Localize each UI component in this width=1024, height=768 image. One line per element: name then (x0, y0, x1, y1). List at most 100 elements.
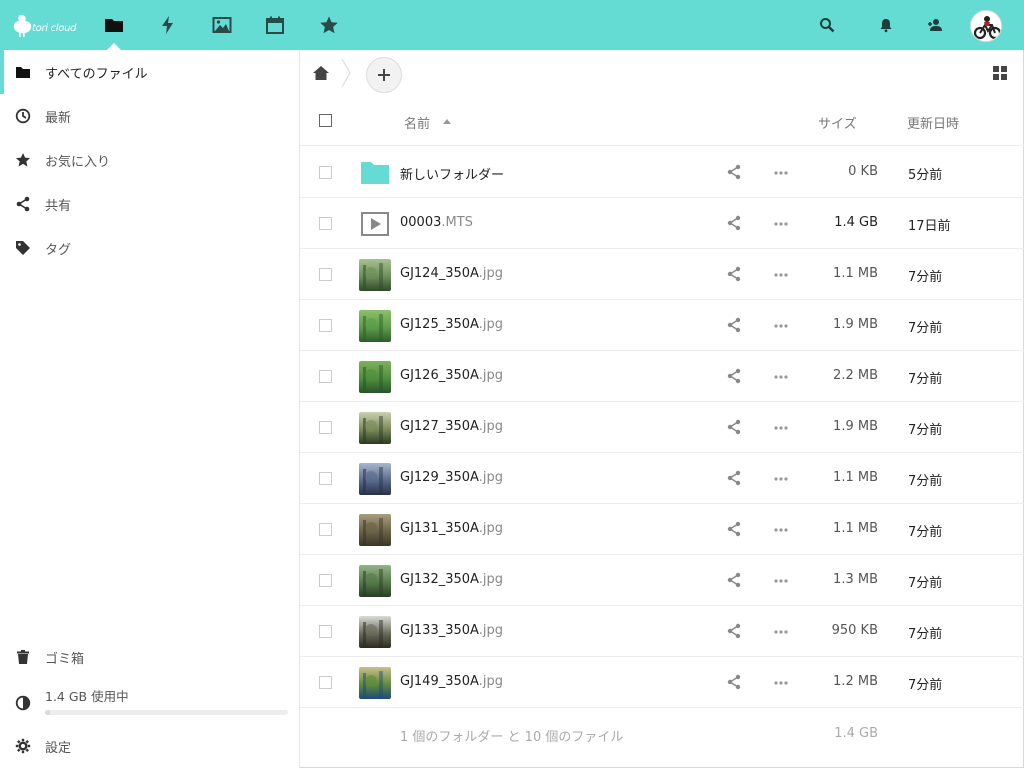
file-basename: GJ126_350A (400, 368, 479, 383)
row-checkbox[interactable] (319, 676, 332, 689)
more-options-icon[interactable] (773, 680, 789, 686)
file-basename: GJ125_350A (400, 317, 479, 332)
more-options-icon[interactable] (773, 272, 789, 278)
row-checkbox[interactable] (319, 217, 332, 230)
file-name[interactable]: GJ132_350A.jpg (400, 572, 503, 587)
share-icon[interactable] (726, 317, 742, 333)
file-name[interactable]: GJ131_350A.jpg (400, 521, 503, 536)
file-name[interactable]: GJ124_350A.jpg (400, 266, 503, 281)
row-checkbox[interactable] (319, 268, 332, 281)
sidebar-item-recent[interactable]: 最新 (0, 94, 299, 138)
row-checkbox[interactable] (319, 574, 332, 587)
file-name[interactable]: 00003.MTS (400, 215, 473, 230)
image-thumbnail (359, 667, 391, 699)
file-basename: GJ127_350A (400, 419, 479, 434)
share-icon[interactable] (726, 572, 742, 588)
column-modified[interactable]: 更新日時 (907, 113, 959, 132)
quota-bar (45, 710, 288, 715)
share-icon[interactable] (726, 470, 742, 486)
more-options-icon[interactable] (773, 425, 789, 431)
sidebar-item-trash[interactable]: ゴミ箱 (0, 635, 299, 679)
share-icon[interactable] (726, 521, 742, 537)
file-name[interactable]: GJ133_350A.jpg (400, 623, 503, 638)
file-modified: 7分前 (908, 423, 943, 438)
app-activity[interactable] (157, 14, 179, 36)
file-name[interactable]: GJ149_350A.jpg (400, 674, 503, 689)
column-name[interactable]: 名前 (404, 113, 430, 132)
row-checkbox[interactable] (319, 472, 332, 485)
table-row[interactable]: GJ124_350A.jpg 1.1 MB 7分前 (300, 249, 1024, 300)
share-icon[interactable] (726, 623, 742, 639)
table-row[interactable]: GJ133_350A.jpg 950 KB 7分前 (300, 606, 1024, 657)
file-list-area: 名前 サイズ 更新日時 新しいフォルダー 0 KB 5分前 00003.MTS 1.4 … (300, 50, 1024, 768)
select-all-checkbox[interactable] (319, 114, 332, 127)
user-avatar[interactable] (970, 10, 1002, 42)
share-icon[interactable] (726, 215, 742, 231)
file-modified: 7分前 (908, 576, 943, 591)
table-row[interactable]: GJ149_350A.jpg 1.2 MB 7分前 (300, 657, 1024, 708)
file-extension: .jpg (478, 572, 503, 587)
file-basename: 00003 (400, 215, 442, 230)
share-icon[interactable] (726, 164, 742, 180)
file-size: 1.1 MB (833, 266, 878, 281)
table-row[interactable]: GJ125_350A.jpg 1.9 MB 7分前 (300, 300, 1024, 351)
image-thumbnail (359, 514, 391, 546)
file-name[interactable]: 新しいフォルダー (400, 164, 504, 183)
notifications-button[interactable] (877, 16, 895, 34)
more-options-icon[interactable] (773, 374, 789, 380)
row-checkbox[interactable] (319, 523, 332, 536)
quota-label: 1.4 GB 使用中 (45, 689, 129, 704)
table-row[interactable]: 00003.MTS 1.4 GB 17日前 (300, 198, 1024, 249)
search-button[interactable] (818, 16, 836, 34)
new-button[interactable] (366, 57, 402, 93)
row-checkbox[interactable] (319, 421, 332, 434)
file-name[interactable]: GJ126_350A.jpg (400, 368, 503, 383)
more-options-icon[interactable] (773, 476, 789, 482)
table-row[interactable]: GJ129_350A.jpg 1.1 MB 7分前 (300, 453, 1024, 504)
more-options-icon[interactable] (773, 527, 789, 533)
column-size[interactable]: サイズ (818, 113, 857, 132)
breadcrumb-home[interactable] (312, 64, 330, 82)
row-checkbox[interactable] (319, 370, 332, 383)
share-icon[interactable] (726, 419, 742, 435)
app-favorites[interactable] (318, 14, 340, 36)
table-row[interactable]: GJ126_350A.jpg 2.2 MB 7分前 (300, 351, 1024, 402)
table-row[interactable]: GJ127_350A.jpg 1.9 MB 7分前 (300, 402, 1024, 453)
sidebar-item-all-files[interactable]: すべてのファイル (0, 50, 299, 94)
row-checkbox[interactable] (319, 166, 332, 179)
file-name[interactable]: GJ125_350A.jpg (400, 317, 503, 332)
sidebar-item-settings[interactable]: 設定 (0, 724, 299, 768)
row-checkbox[interactable] (319, 319, 332, 332)
sidebar-item-tags[interactable]: タグ (0, 226, 299, 270)
share-icon[interactable] (726, 368, 742, 384)
grid-view-toggle[interactable] (993, 66, 1007, 80)
bird-logo-icon (13, 14, 32, 37)
app-files[interactable] (103, 14, 125, 36)
app-calendar[interactable] (264, 14, 286, 36)
share-icon[interactable] (726, 266, 742, 282)
table-row[interactable]: GJ132_350A.jpg 1.3 MB 7分前 (300, 555, 1024, 606)
sidebar-item-shared[interactable]: 共有 (0, 182, 299, 226)
logo[interactable]: tori cloud (12, 13, 78, 39)
more-options-icon[interactable] (773, 578, 789, 584)
sidebar-item-favorites[interactable]: お気に入り (0, 138, 299, 182)
image-thumbnail (359, 463, 391, 495)
file-basename: GJ129_350A (400, 470, 479, 485)
more-options-icon[interactable] (773, 629, 789, 635)
more-options-icon[interactable] (773, 221, 789, 227)
table-row[interactable]: 新しいフォルダー 0 KB 5分前 (300, 147, 1024, 198)
quota-bar-fill (45, 710, 50, 715)
row-checkbox[interactable] (319, 625, 332, 638)
app-gallery[interactable] (211, 14, 233, 36)
plus-icon (378, 69, 390, 81)
contacts-button[interactable] (926, 16, 944, 34)
file-name[interactable]: GJ129_350A.jpg (400, 470, 503, 485)
breadcrumb-separator (341, 58, 351, 88)
image-thumbnail (359, 412, 391, 444)
table-row[interactable]: GJ131_350A.jpg 1.1 MB 7分前 (300, 504, 1024, 555)
share-icon[interactable] (726, 674, 742, 690)
clock-icon (15, 108, 31, 124)
more-options-icon[interactable] (773, 170, 789, 176)
more-options-icon[interactable] (773, 323, 789, 329)
file-name[interactable]: GJ127_350A.jpg (400, 419, 503, 434)
